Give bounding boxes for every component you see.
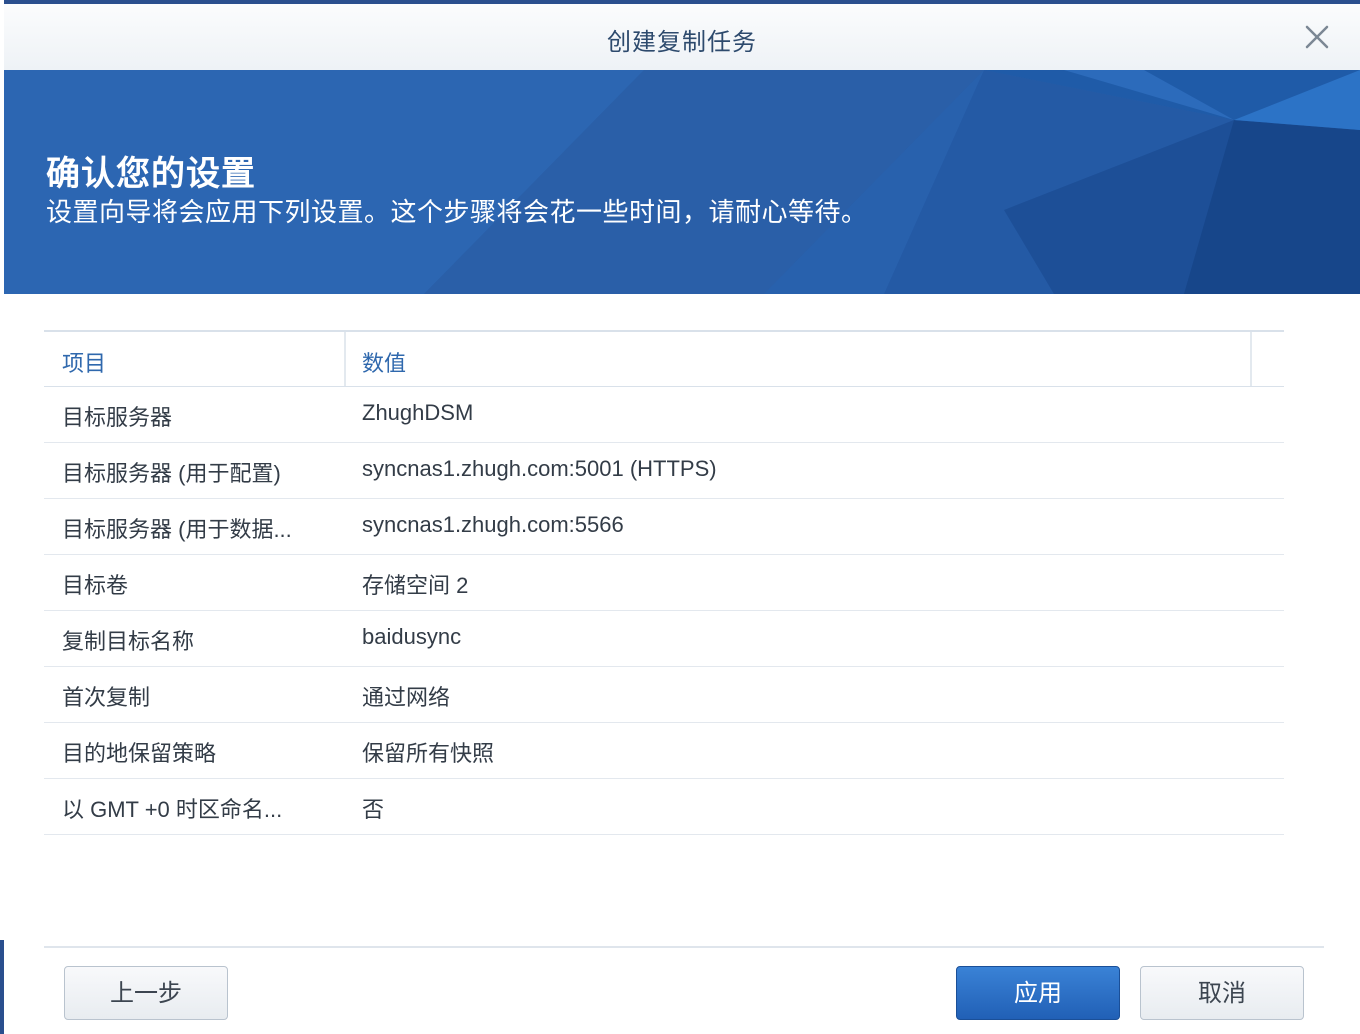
footer-divider [44,946,1324,948]
row-key: 以 GMT +0 时区命名... [62,797,283,822]
close-icon [1305,25,1329,49]
table-row[interactable]: 复制目标名称 baidusync [44,611,1284,667]
row-value: 否 [362,797,385,822]
grid-header: 项目 数值 [44,330,1284,387]
close-button[interactable] [1302,22,1332,52]
wizard-banner: 确认您的设置 设置向导将会应用下列设置。这个步骤将会花一些时间，请耐心等待。 [4,70,1360,294]
column-divider[interactable] [344,332,346,386]
row-value: syncnas1.zhugh.com:5001 (HTTPS) [362,456,717,481]
row-key: 首次复制 [62,685,151,710]
dialog-title: 创建复制任务 [607,29,757,56]
settings-summary-grid: 项目 数值 目标服务器 ZhughDSM 目标服务器 (用于配置) syncna… [44,330,1284,835]
row-value: baidusync [362,624,462,649]
row-key: 目标服务器 (用于数据... [62,517,292,542]
row-value: 通过网络 [362,685,451,710]
back-button[interactable]: 上一步 [64,966,228,1020]
row-key: 目的地保留策略 [62,741,217,766]
table-row[interactable]: 目的地保留策略 保留所有快照 [44,723,1284,779]
banner-heading: 确认您的设置 [46,155,256,193]
column-header-item[interactable]: 项目 [62,346,106,378]
table-row[interactable]: 目标服务器 (用于数据... syncnas1.zhugh.com:5566 [44,499,1284,555]
cancel-button[interactable]: 取消 [1140,966,1304,1020]
table-row[interactable]: 目标服务器 ZhughDSM [44,387,1284,443]
row-key: 目标服务器 (用于配置) [62,461,281,486]
apply-button[interactable]: 应用 [956,966,1120,1020]
row-key: 目标卷 [62,573,129,598]
create-replication-dialog: 创建复制任务 确认您的设置 设置向导将会应用下列设置。这个步骤将会花一些时间，请… [4,4,1360,1034]
row-value: 保留所有快照 [362,741,495,766]
row-key: 复制目标名称 [62,629,195,654]
row-key: 目标服务器 [62,405,173,430]
banner-subheading: 设置向导将会应用下列设置。这个步骤将会花一些时间，请耐心等待。 [46,197,868,227]
row-value: 存储空间 2 [362,573,469,598]
row-value: ZhughDSM [362,400,474,425]
table-row[interactable]: 首次复制 通过网络 [44,667,1284,723]
table-row[interactable]: 目标服务器 (用于配置) syncnas1.zhugh.com:5001 (HT… [44,443,1284,499]
column-divider[interactable] [1250,332,1252,386]
dialog-titlebar: 创建复制任务 [4,4,1360,71]
table-row[interactable]: 目标卷 存储空间 2 [44,555,1284,611]
row-value: syncnas1.zhugh.com:5566 [362,512,624,537]
table-row[interactable]: 以 GMT +0 时区命名... 否 [44,779,1284,835]
column-header-value[interactable]: 数值 [362,346,406,378]
